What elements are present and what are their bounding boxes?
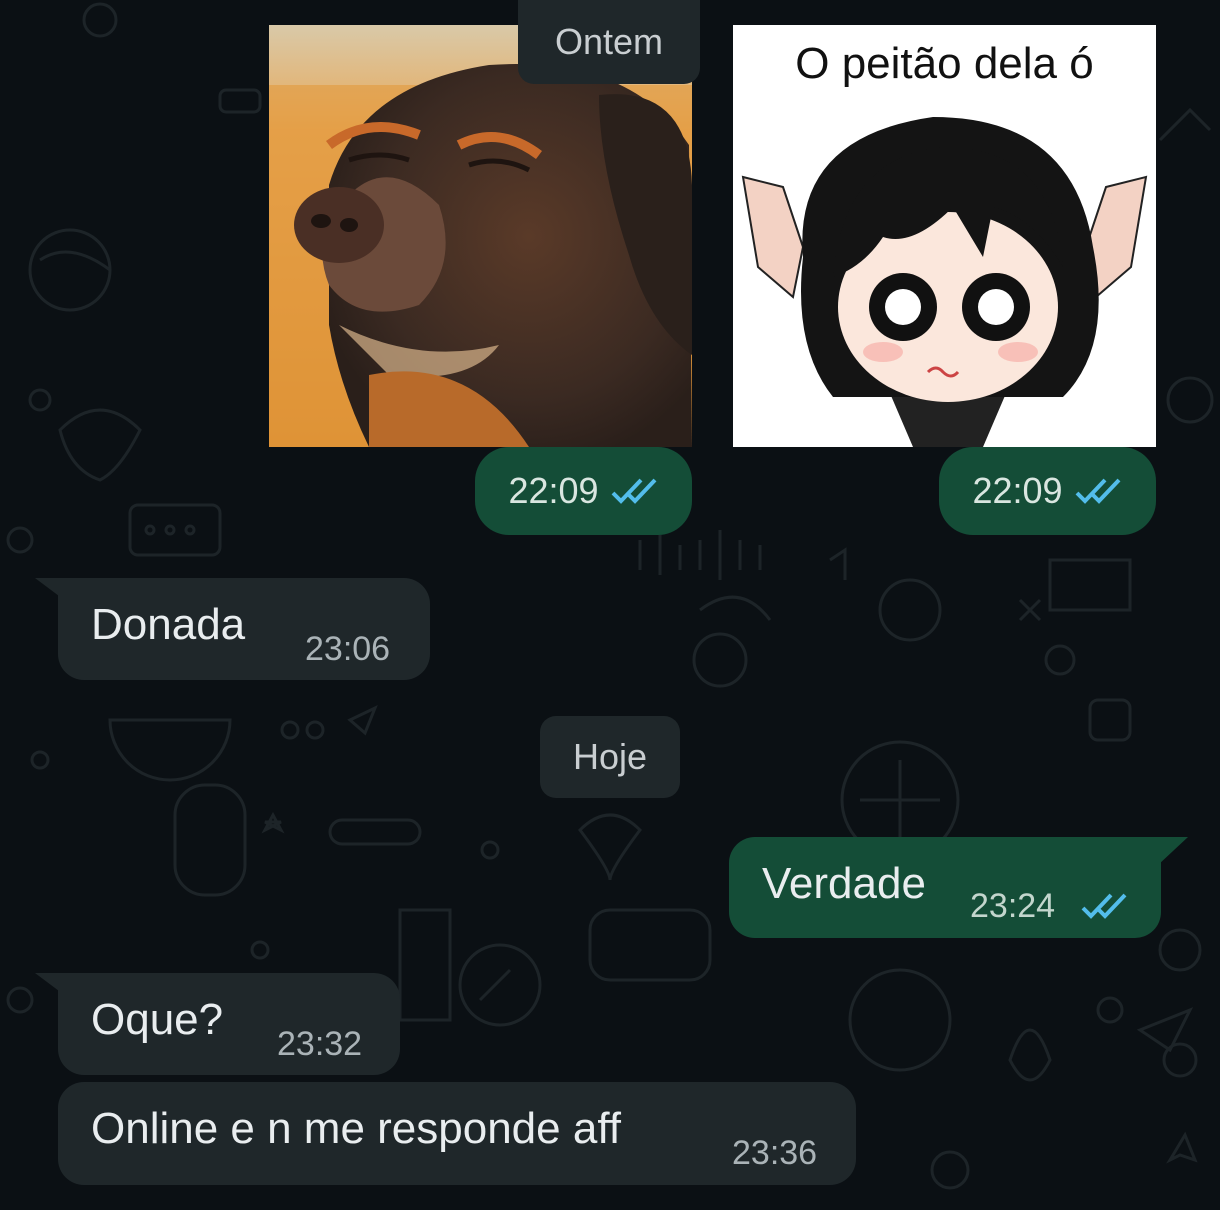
- double-check-read-icon: [611, 478, 656, 504]
- message-incoming[interactable]: Online e n me responde aff 23:36: [58, 1082, 856, 1185]
- sticker-time: 22:09: [508, 470, 599, 511]
- message-text: Donada: [91, 600, 246, 649]
- dog-sticker[interactable]: [269, 25, 692, 447]
- date-separator-today: Hoje: [540, 716, 680, 798]
- message-outgoing[interactable]: Verdade 23:24: [729, 837, 1161, 938]
- message-text: Oque?: [91, 995, 224, 1044]
- sticker-caption: O peitão dela ó: [795, 39, 1094, 88]
- double-check-read-icon: [1081, 893, 1127, 919]
- bubble-tail-outgoing: [1158, 837, 1188, 865]
- message-time: 23:32: [277, 1025, 363, 1063]
- message-time: 23:06: [305, 630, 391, 668]
- date-separator-yesterday: Ontem: [518, 0, 700, 84]
- message-incoming[interactable]: Donada 23:06: [58, 578, 430, 680]
- anime-girl-sticker-icon: [741, 117, 1148, 447]
- dog-meme-sticker-icon: [269, 25, 692, 447]
- message-time: 23:24: [970, 887, 1056, 925]
- message-incoming[interactable]: Oque? 23:32: [58, 973, 400, 1075]
- message-time: 23:36: [732, 1134, 818, 1172]
- message-text: Verdade: [762, 859, 926, 908]
- anime-sticker-meta: 22:09: [939, 447, 1156, 535]
- double-check-read-icon: [1075, 478, 1120, 504]
- dog-sticker-meta: 22:09: [475, 447, 692, 535]
- sticker-time: 22:09: [972, 470, 1063, 511]
- message-text: Online e n me responde aff: [91, 1104, 621, 1153]
- anime-sticker[interactable]: O peitão dela ó: [733, 25, 1156, 447]
